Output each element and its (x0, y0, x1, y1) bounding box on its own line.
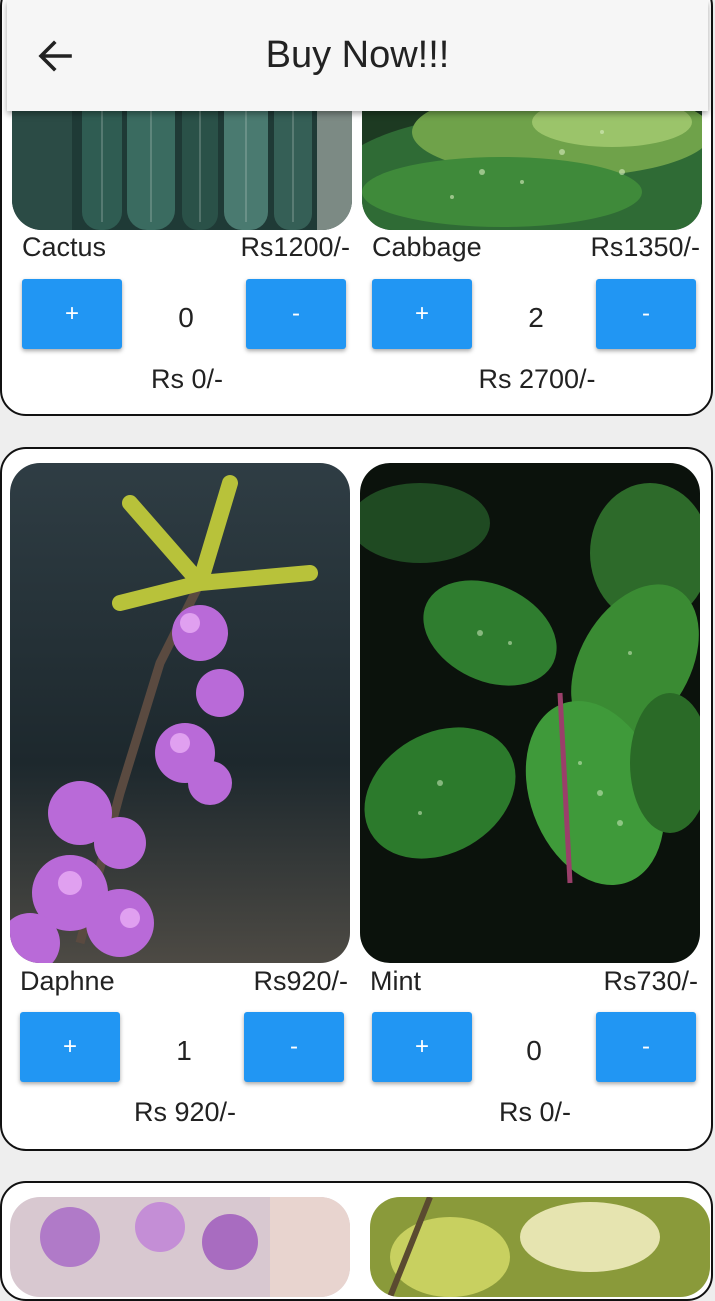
add-quantity-button[interactable]: + (372, 279, 472, 349)
quantity-value: 1 (176, 1035, 192, 1066)
add-quantity-button[interactable]: + (22, 279, 122, 349)
page-title: Buy Now!!! (265, 34, 450, 76)
product-name: Mint (370, 966, 422, 996)
app-bar: Buy Now!!! (7, 0, 708, 111)
remove-quantity-button[interactable]: - (596, 1012, 696, 1082)
item-total: Rs 2700/- (478, 364, 596, 394)
product-price: Rs1200/- (240, 232, 350, 262)
mint-image (360, 463, 700, 963)
product-name: Cactus (22, 232, 107, 262)
product-image (10, 1197, 350, 1297)
remove-quantity-button[interactable]: - (596, 279, 696, 349)
product-item-daphne: Daphne Rs920/- + 1 - Rs 920/- (10, 463, 350, 1143)
product-price: Rs730/- (603, 966, 698, 996)
product-price: Rs920/- (253, 966, 348, 996)
daphne-image (10, 463, 350, 963)
add-quantity-button[interactable]: + (20, 1012, 120, 1082)
product-row-card: Daphne Rs920/- + 1 - Rs 920/- Mint Rs730… (0, 447, 713, 1151)
quantity-value: 2 (528, 302, 544, 333)
product-item-mint: Mint Rs730/- + 0 - Rs 0/- (360, 463, 700, 1143)
item-total: Rs 920/- (133, 1097, 237, 1127)
product-name: Daphne (20, 966, 115, 996)
product-row-card (0, 1181, 713, 1301)
product-price: Rs1350/- (590, 232, 700, 262)
quantity-value: 0 (178, 302, 194, 333)
quantity-value: 0 (526, 1035, 542, 1066)
remove-quantity-button[interactable]: - (244, 1012, 344, 1082)
product-image (370, 1197, 710, 1297)
item-total: Rs 0/- (498, 1097, 571, 1127)
remove-quantity-button[interactable]: - (246, 279, 346, 349)
product-name: Cabbage (372, 232, 482, 262)
add-quantity-button[interactable]: + (372, 1012, 472, 1082)
item-total: Rs 0/- (150, 364, 223, 394)
